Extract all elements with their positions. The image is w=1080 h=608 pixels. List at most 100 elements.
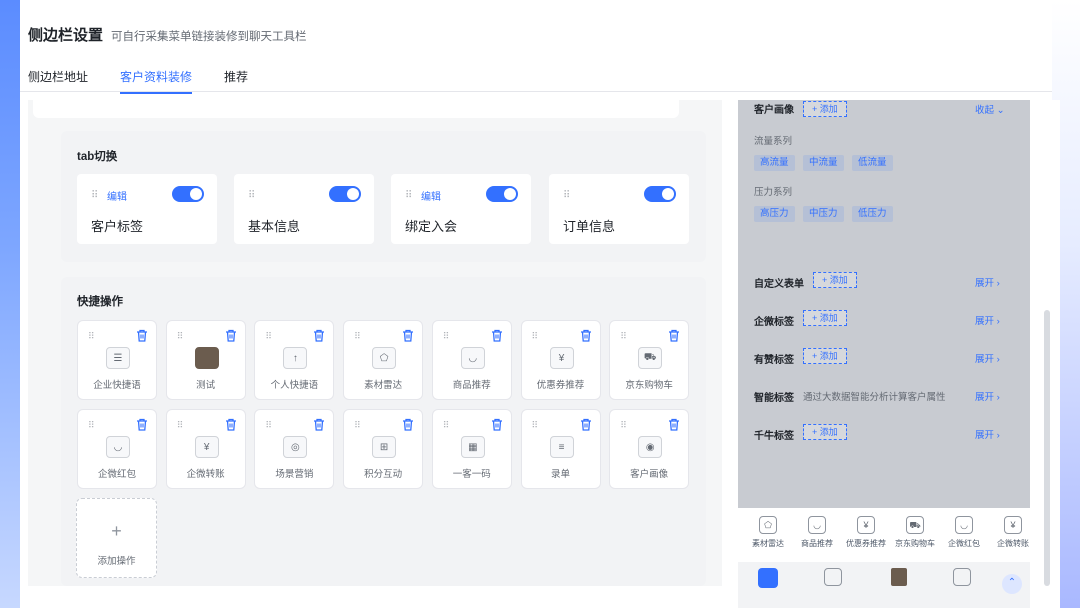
- trash-icon[interactable]: [136, 329, 148, 342]
- toolbar-item[interactable]: ⛟ 京东购物车: [890, 516, 940, 549]
- quick-action-card[interactable]: ⠿ ⛟ 京东购物车: [609, 320, 690, 400]
- drag-handle-icon[interactable]: ⠿: [620, 420, 627, 431]
- share-icon[interactable]: [953, 568, 971, 586]
- qianniu-tags-add-button[interactable]: + 添加: [803, 424, 847, 440]
- youzan-tags-label: 有赞标签: [754, 355, 794, 366]
- trash-icon[interactable]: [402, 329, 414, 342]
- edit-link[interactable]: 编辑: [421, 188, 441, 203]
- qianniu-tags-expand[interactable]: 展开 ›: [975, 427, 1000, 441]
- drag-handle-icon[interactable]: ⠿: [443, 331, 450, 342]
- qianniu-tags-label: 千牛标签: [754, 431, 794, 442]
- drag-handle-icon[interactable]: ⠿: [265, 420, 272, 431]
- quick-action-card[interactable]: ⠿ ≡ 录单: [520, 409, 601, 489]
- drag-handle-icon[interactable]: ⠿: [248, 190, 255, 201]
- toolbar-item[interactable]: ◡ 企微红包: [939, 516, 989, 549]
- wecom-tags-expand[interactable]: 展开 ›: [975, 313, 1000, 327]
- trash-icon[interactable]: [580, 418, 592, 431]
- quick-action-card[interactable]: ⠿ ¥ 优惠券推荐: [520, 320, 601, 400]
- chip-low-flow[interactable]: 低流量: [852, 155, 893, 171]
- trash-icon[interactable]: [313, 418, 325, 431]
- order-icon: ≡: [549, 436, 574, 458]
- custom-form-expand[interactable]: 展开 ›: [975, 275, 1000, 289]
- toggle-switch[interactable]: [486, 186, 518, 202]
- chip-mid-pressure[interactable]: 中压力: [803, 206, 844, 222]
- quick-action-label: 京东购物车: [625, 380, 673, 391]
- chevron-down-icon: ⌄: [996, 105, 1005, 116]
- user-icon[interactable]: [758, 568, 778, 588]
- quick-action-card[interactable]: ⠿ ⊞ 积分互动: [343, 409, 424, 489]
- edit-link[interactable]: 编辑: [107, 188, 127, 203]
- add-action-button[interactable]: + 添加操作: [76, 498, 157, 578]
- trash-icon[interactable]: [225, 418, 237, 431]
- toolbar-item[interactable]: ⬠ 素材雷达: [743, 516, 793, 549]
- scroll-up-icon[interactable]: ⌃: [1002, 574, 1022, 594]
- drag-handle-icon[interactable]: ⠿: [405, 190, 412, 201]
- toolbar-label: 京东购物车: [895, 539, 935, 548]
- drag-handle-icon[interactable]: ⠿: [354, 331, 361, 342]
- youzan-tags-add-button[interactable]: + 添加: [803, 348, 847, 364]
- portrait-add-button[interactable]: + 添加: [803, 101, 847, 117]
- drag-handle-icon[interactable]: ⠿: [532, 420, 539, 431]
- drag-handle-icon[interactable]: ⠿: [91, 190, 98, 201]
- tab-customer-profile[interactable]: 客户资料装修: [120, 68, 193, 94]
- chip-high-flow[interactable]: 高流量: [754, 155, 795, 171]
- drag-handle-icon[interactable]: ⠿: [177, 331, 184, 342]
- wecom-tags-add-button[interactable]: + 添加: [803, 310, 847, 326]
- toggle-switch[interactable]: [172, 186, 204, 202]
- quick-action-card[interactable]: ⠿ ◉ 客户画像: [609, 409, 690, 489]
- preview-scrollbar[interactable]: [1044, 310, 1050, 586]
- toggle-switch[interactable]: [329, 186, 361, 202]
- custom-form-add-button[interactable]: + 添加: [813, 272, 857, 288]
- quick-action-card[interactable]: ⠿ ¥ 企微转账: [165, 409, 246, 489]
- drag-handle-icon[interactable]: ⠿: [88, 420, 95, 431]
- photo-icon[interactable]: [891, 568, 907, 586]
- wecom-tags-label: 企微标签: [754, 317, 794, 328]
- quick-action-card[interactable]: ⠿ ⬠ 素材雷达: [343, 320, 424, 400]
- tab-sidebar-address[interactable]: 侧边栏地址: [28, 68, 88, 92]
- quick-action-card[interactable]: ⠿ ◎ 场景营销: [254, 409, 335, 489]
- chat-icon[interactable]: [824, 568, 842, 586]
- drag-handle-icon[interactable]: ⠿: [620, 331, 627, 342]
- quick-action-card[interactable]: ⠿ ☰ 企业快捷语: [77, 320, 157, 400]
- tab-recommend[interactable]: 推荐: [224, 68, 248, 92]
- toolbar-item[interactable]: ¥ 企微转账: [988, 516, 1038, 549]
- preview-bottom-nav: ⌃: [738, 562, 1030, 608]
- quick-action-card[interactable]: ⠿ ▦ 一客一码: [431, 409, 512, 489]
- quick-action-card[interactable]: ⠿ ↑ 个人快捷语: [254, 320, 335, 400]
- quick-action-card[interactable]: ⠿ ◡ 商品推荐: [431, 320, 512, 400]
- chip-high-pressure[interactable]: 高压力: [754, 206, 795, 222]
- trash-icon[interactable]: [668, 418, 680, 431]
- trash-icon[interactable]: [668, 329, 680, 342]
- trash-icon[interactable]: [491, 329, 503, 342]
- drag-handle-icon[interactable]: ⠿: [88, 331, 95, 342]
- photo-icon: [194, 347, 219, 369]
- drag-handle-icon[interactable]: ⠿: [563, 190, 570, 201]
- toolbar-item[interactable]: ¥ 优惠券推荐: [841, 516, 891, 549]
- drag-handle-icon[interactable]: ⠿: [443, 420, 450, 431]
- quick-action-label: 测试: [196, 380, 216, 391]
- trash-icon[interactable]: [313, 329, 325, 342]
- share-icon: ↑: [283, 347, 308, 369]
- trash-icon[interactable]: [491, 418, 503, 431]
- trash-icon[interactable]: [136, 418, 148, 431]
- quick-action-card[interactable]: ⠿ 测试: [165, 320, 246, 400]
- chevron-right-icon: ›: [996, 278, 1000, 289]
- quick-action-card[interactable]: ⠿ ◡ 企微红包: [77, 409, 157, 489]
- youzan-tags-expand[interactable]: 展开 ›: [975, 351, 1000, 365]
- portrait-collapse-toggle[interactable]: 收起 ⌄: [975, 102, 1005, 116]
- expand-label: 展开: [975, 392, 995, 403]
- quick-action-label: 积分互动: [364, 469, 403, 480]
- trash-icon[interactable]: [580, 329, 592, 342]
- drag-handle-icon[interactable]: ⠿: [532, 331, 539, 342]
- smart-tags-expand[interactable]: 展开 ›: [975, 389, 1000, 403]
- toggle-switch[interactable]: [644, 186, 676, 202]
- chip-low-pressure[interactable]: 低压力: [852, 206, 893, 222]
- flow-series-label: 流量系列: [754, 136, 793, 147]
- trash-icon[interactable]: [402, 418, 414, 431]
- trash-icon[interactable]: [225, 329, 237, 342]
- drag-handle-icon[interactable]: ⠿: [354, 420, 361, 431]
- drag-handle-icon[interactable]: ⠿: [265, 331, 272, 342]
- chip-mid-flow[interactable]: 中流量: [803, 155, 844, 171]
- drag-handle-icon[interactable]: ⠿: [177, 420, 184, 431]
- toolbar-item[interactable]: ◡ 商品推荐: [792, 516, 842, 549]
